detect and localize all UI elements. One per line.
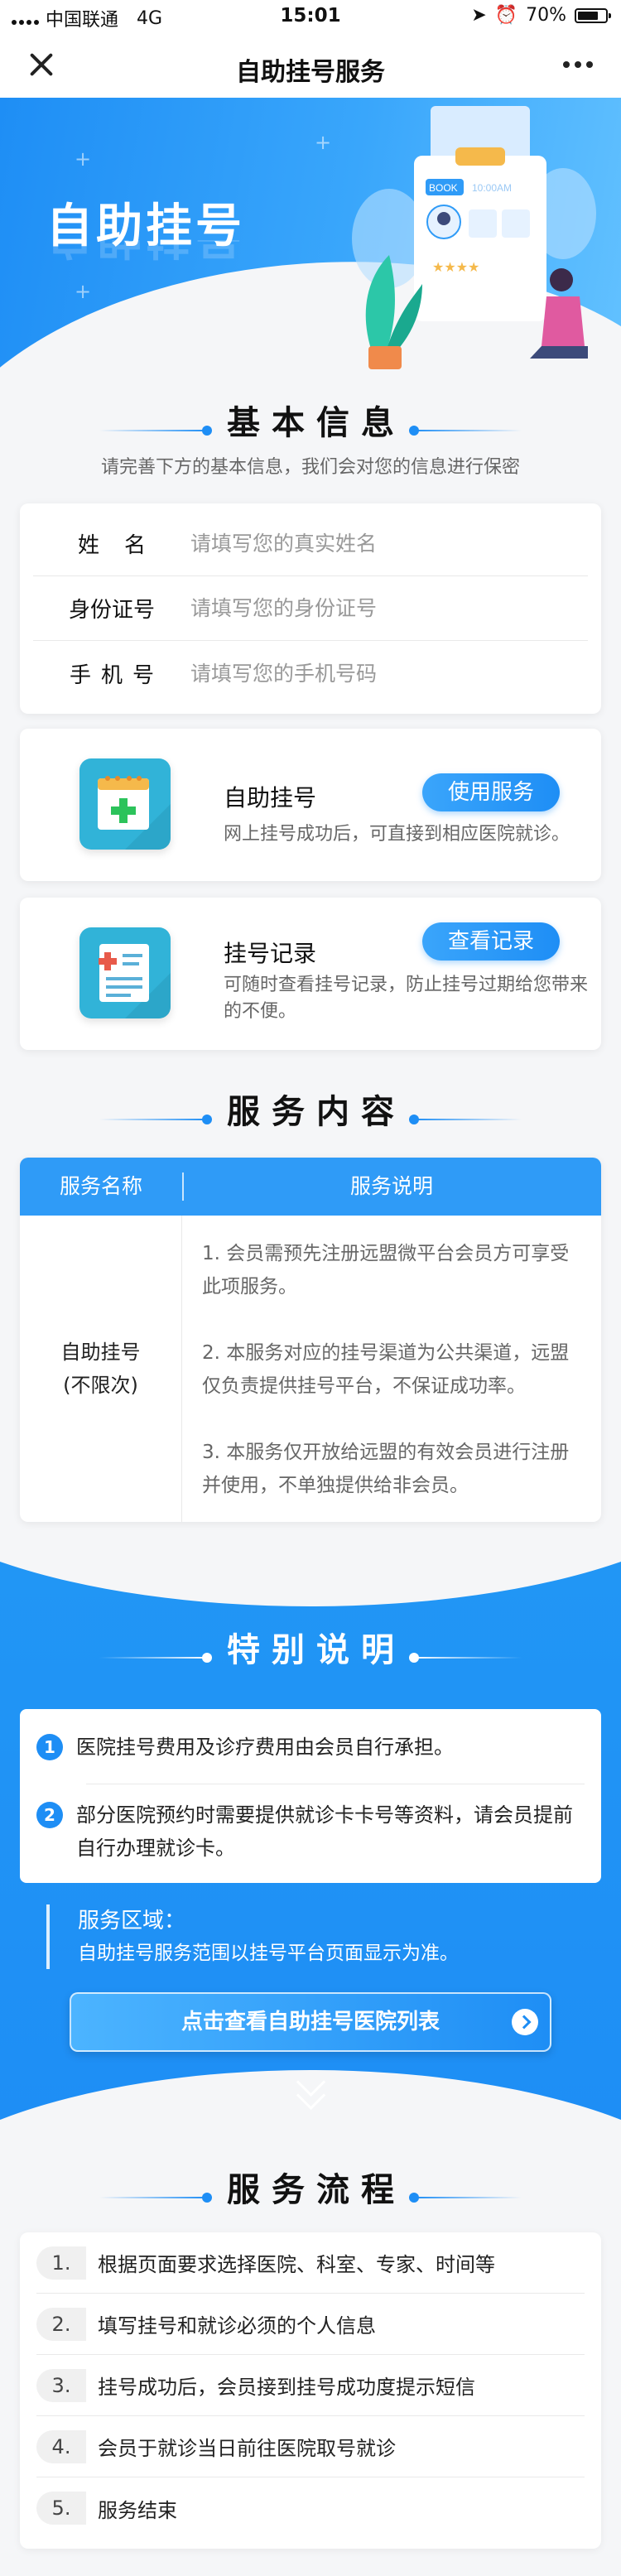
form-row-id: 身份证号 xyxy=(33,576,588,641)
service-name-line1: 自助挂号 xyxy=(60,1341,141,1364)
service-card-records: 挂号记录 查看记录 可随时查看挂号记录，防止挂号过期给您带来的不便。 xyxy=(20,898,601,1050)
step-text: 会员于就诊当日前往医院取号就诊 xyxy=(98,2437,396,2460)
id-number-input[interactable] xyxy=(190,596,588,620)
step-text: 挂号成功后，会员接到挂号成功度提示短信 xyxy=(98,2376,475,2399)
form-row-phone: 手机号 xyxy=(33,641,588,705)
note-number: 1 xyxy=(36,1734,63,1760)
basic-info-heading: 基本信息 xyxy=(0,396,621,444)
process-heading: 服务流程 xyxy=(0,2163,621,2211)
note-number: 2 xyxy=(36,1802,63,1828)
hospital-list-button[interactable]: 点击查看自助挂号医院列表 xyxy=(70,1992,551,2052)
process-title: 服务流程 xyxy=(227,2171,406,2209)
service-desc-register: 网上挂号成功后，可直接到相应医院就诊。 xyxy=(224,824,570,845)
note-item: 1 医院挂号费用及诊疗费用由会员自行承担。 xyxy=(36,1731,585,1764)
step-text: 填写挂号和就诊必须的个人信息 xyxy=(98,2314,376,2338)
service-content-table: 服务名称 服务说明 自助挂号 (不限次) 1. 会员需预先注册远盟微平台会员方可… xyxy=(20,1158,601,1522)
basic-info-form: 姓名 身份证号 手机号 xyxy=(20,503,601,714)
banner: + + + + + 自助挂号 自助挂号 BOOK 10:00AM ★★★★ xyxy=(0,98,621,371)
banner-title-reflection: 自助挂号 xyxy=(46,240,245,273)
process-step: 5. 服务结束 xyxy=(36,2477,585,2539)
special-heading: 特别说明 xyxy=(0,1623,621,1671)
service-desc-records: 可随时查看挂号记录，防止挂号过期给您带来的不便。 xyxy=(224,975,589,1022)
doctor-illustration: BOOK 10:00AM ★★★★ xyxy=(352,106,596,369)
use-service-button[interactable]: 使用服务 xyxy=(422,773,560,811)
alarm-icon: ⏰ xyxy=(494,5,518,26)
nav-bar: 自助挂号服务 xyxy=(0,33,621,98)
process-card: 1. 根据页面要求选择医院、科室、专家、时间等 2. 填写挂号和就诊必须的个人信… xyxy=(20,2232,601,2549)
process-step: 3. 挂号成功后，会员接到挂号成功度提示短信 xyxy=(36,2355,585,2416)
phone-label: 手机号 xyxy=(69,662,164,688)
battery-percent: 70% xyxy=(526,5,566,26)
process-step: 1. 根据页面要求选择医院、科室、专家、时间等 xyxy=(36,2232,585,2294)
calendar-plus-icon xyxy=(79,758,171,850)
step-number: 1. xyxy=(36,2246,86,2280)
view-records-button[interactable]: 查看记录 xyxy=(422,922,560,961)
chevron-down-icon xyxy=(292,2090,329,2107)
service-name-line2: (不限次) xyxy=(63,1374,138,1397)
location-icon: ➤ xyxy=(471,5,487,26)
page-title: 自助挂号服务 xyxy=(236,58,385,87)
status-right: ➤ ⏰ 70% xyxy=(471,5,611,26)
hospital-list-label: 点击查看自助挂号医院列表 xyxy=(181,2010,440,2034)
service-name-cell: 自助挂号 (不限次) xyxy=(20,1216,182,1522)
basic-info-title: 基本信息 xyxy=(227,404,406,442)
service-content-heading: 服务内容 xyxy=(0,1085,621,1133)
more-icon[interactable] xyxy=(563,55,596,75)
medical-record-icon xyxy=(79,927,171,1018)
battery-icon xyxy=(575,7,611,23)
name-input[interactable] xyxy=(190,532,588,556)
table-header: 服务名称 服务说明 xyxy=(20,1158,601,1216)
id-label: 身份证号 xyxy=(68,598,155,623)
service-desc-item: 3. 本服务仅开放给远盟的有效会员进行注册并使用，不单独提供给非会员。 xyxy=(202,1442,570,1496)
header-service-desc: 服务说明 xyxy=(349,1174,433,1198)
plus-decoration: + xyxy=(315,131,332,154)
svg-text:★★★★: ★★★★ xyxy=(432,259,479,275)
special-notes-card: 1 医院挂号费用及诊疗费用由会员自行承担。 2 部分医院预约时需要提供就诊卡卡号… xyxy=(20,1709,601,1883)
step-number: 2. xyxy=(36,2307,86,2341)
note-item: 2 部分医院预约时需要提供就诊卡卡号等资料，请会员提前自行办理就诊卡。 xyxy=(36,1798,585,1865)
chevron-right-icon xyxy=(512,2009,538,2035)
service-card-register: 自助挂号 使用服务 网上挂号成功后，可直接到相应医院就诊。 xyxy=(20,729,601,881)
service-content-title: 服务内容 xyxy=(227,1093,406,1131)
step-number: 3. xyxy=(36,2368,86,2402)
illustration-time-text: 10:00AM xyxy=(472,182,512,194)
service-area-desc: 自助挂号服务范围以挂号平台页面显示为准。 xyxy=(78,1943,459,1964)
service-area-title: 服务区域： xyxy=(78,1909,186,1933)
form-row-name: 姓名 xyxy=(33,512,588,576)
service-name-records: 挂号记录 xyxy=(224,940,317,967)
name-label: 姓名 xyxy=(77,533,171,558)
service-area-block: 服务区域： 自助挂号服务范围以挂号平台页面显示为准。 xyxy=(46,1904,576,1969)
phone-input[interactable] xyxy=(190,661,588,686)
service-desc-item: 1. 会员需预先注册远盟微平台会员方可享受此项服务。 xyxy=(202,1243,570,1298)
service-name-register: 自助挂号 xyxy=(224,784,317,811)
step-text: 服务结束 xyxy=(98,2498,177,2522)
step-text: 根据页面要求选择医院、科室、专家、时间等 xyxy=(98,2253,495,2276)
header-service-name: 服务名称 xyxy=(59,1174,142,1198)
process-step: 4. 会员于就诊当日前往医院取号就诊 xyxy=(36,2416,585,2477)
plus-decoration: + xyxy=(75,280,92,303)
step-number: 4. xyxy=(36,2429,86,2463)
step-number: 5. xyxy=(36,2492,86,2525)
process-step: 2. 填写挂号和就诊必须的个人信息 xyxy=(36,2294,585,2355)
basic-info-subtitle: 请完善下方的基本信息，我们会对您的信息进行保密 xyxy=(100,457,520,478)
service-desc-cell: 1. 会员需预先注册远盟微平台会员方可享受此项服务。 2. 本服务对应的挂号渠道… xyxy=(202,1237,583,1522)
note-text: 部分医院预约时需要提供就诊卡卡号等资料，请会员提前自行办理就诊卡。 xyxy=(76,1803,573,1860)
plus-decoration: + xyxy=(75,147,92,171)
service-desc-item: 2. 本服务对应的挂号渠道为公共渠道，远盟仅负责提供挂号平台，不保证成功率。 xyxy=(202,1342,570,1397)
special-title: 特别说明 xyxy=(227,1631,406,1669)
status-bar: 中国联通 4G 15:01 ➤ ⏰ 70% xyxy=(0,0,621,33)
note-text: 医院挂号费用及诊疗费用由会员自行承担。 xyxy=(76,1736,454,1759)
illustration-book-text: BOOK xyxy=(429,182,458,194)
